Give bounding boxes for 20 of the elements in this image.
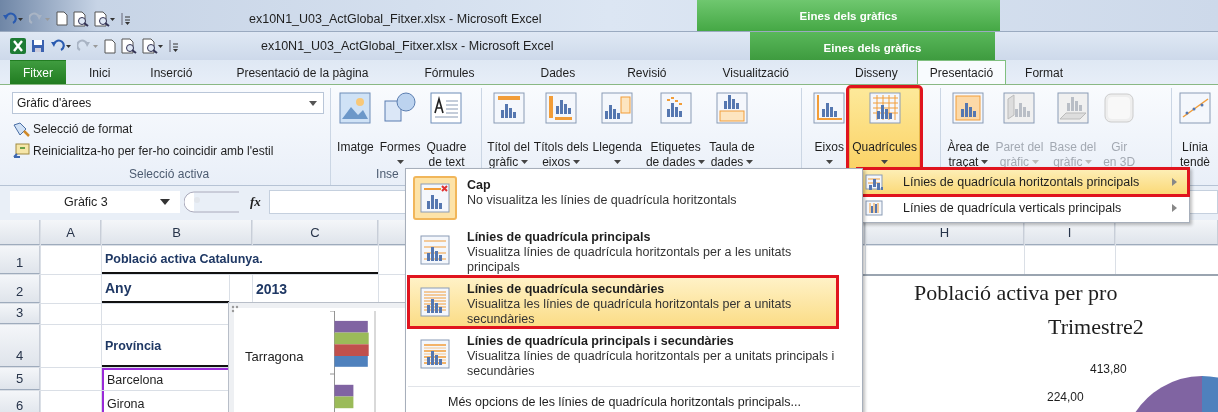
context-tab-header: Eines dels gràfics <box>750 32 995 60</box>
menu-item-description: Visualitza les línies de quadrícula horitzontals per a unitats secundàries <box>467 297 793 328</box>
data-label: 413,80 <box>1090 362 1127 376</box>
group-label: Selecció activa <box>128 167 211 181</box>
dropdown-value: Gràfic d'àrees <box>17 96 92 110</box>
data-label: 224,00 <box>1047 390 1084 404</box>
axis-label: Tarragona <box>245 349 305 364</box>
menu-item-title: Cap <box>467 177 492 193</box>
context-tab-header: Eines dels gràfics <box>697 0 1000 31</box>
menu-item-description: No visualitza les línies de quadrícula horitzontals <box>467 193 738 208</box>
menu-item-description: Visualitza línies de quadrícula horitzontals per a unitats principals i secundàries <box>467 349 836 380</box>
group-label: Inse <box>376 167 400 181</box>
menu-item-title: Línies de quadrícula principals <box>467 229 652 246</box>
window-title: ex10N1_U03_ActGlobal_Fitxer.xlsx - Microsoft Excel <box>249 11 542 26</box>
menu-item-title: Línies de quadrícula secundàries <box>467 281 666 298</box>
menu-item-description: Visualitza línies de quadrícula horitzontals per a les unitats principals <box>467 245 793 276</box>
menu-item-title: Línies de quadrícula principals i secundàries <box>467 333 735 350</box>
chart-title: Població activa per pro <box>913 279 1119 307</box>
window-title: ex10N1_U03_ActGlobal_Fitxer.xlsx - Microsoft Excel <box>261 39 554 53</box>
chart-title: Trimestre2 <box>1047 313 1145 341</box>
